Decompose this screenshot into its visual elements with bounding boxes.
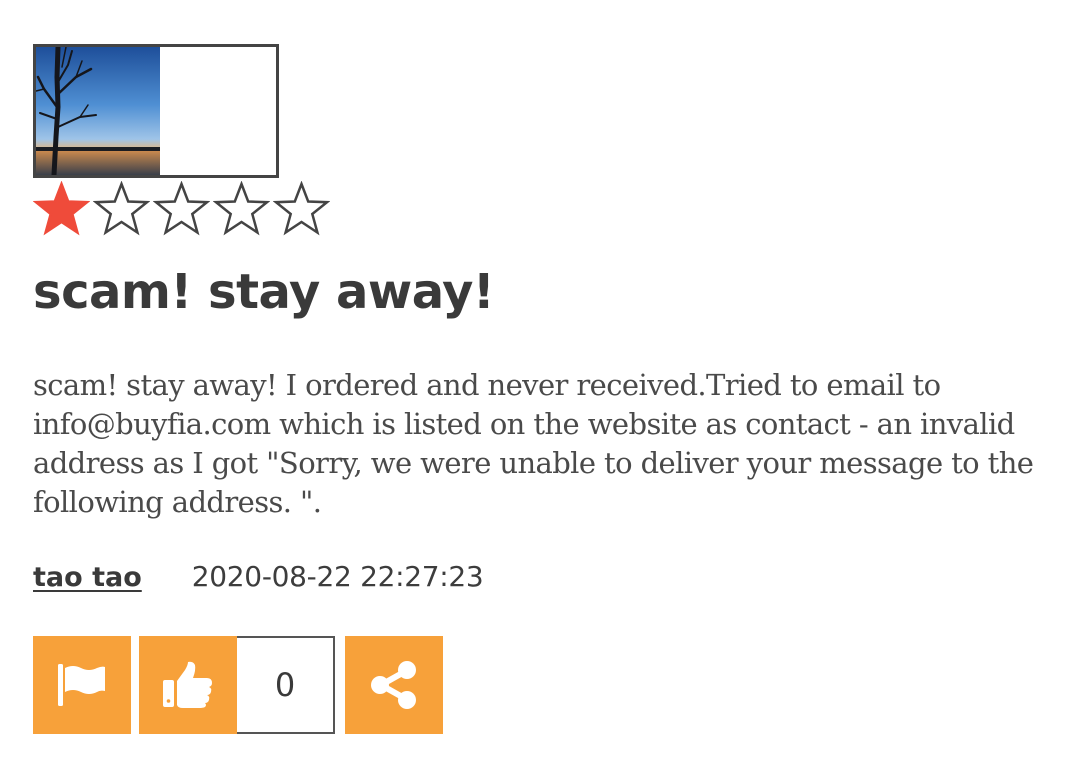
- review-body: scam! stay away! I ordered and never rec…: [33, 368, 1034, 519]
- star-filled-icon: [33, 181, 90, 236]
- flag-icon: [58, 664, 105, 706]
- star-empty-icon: [213, 181, 270, 236]
- review-title: scam! stay away!: [33, 264, 495, 320]
- star-empty-icon: [273, 181, 330, 236]
- review-date: 2020-08-22 22:27:23: [191, 560, 484, 593]
- share-button[interactable]: [345, 636, 443, 734]
- review-meta: tao tao 2020-08-22 22:27:23: [33, 560, 484, 593]
- review-actions: 0: [33, 636, 443, 734]
- author-link[interactable]: tao tao: [33, 562, 142, 593]
- review-photo-thumbnail[interactable]: [33, 44, 279, 178]
- like-count: 0: [237, 636, 335, 734]
- landscape-photo: [36, 47, 276, 175]
- star-rating: [33, 181, 330, 238]
- like-button[interactable]: [139, 636, 237, 734]
- share-icon: [371, 661, 416, 709]
- thumbs-up-icon: [163, 661, 212, 708]
- flag-button[interactable]: [33, 636, 131, 734]
- star-empty-icon: [93, 181, 150, 236]
- star-empty-icon: [153, 181, 210, 236]
- review-card: [33, 44, 1063, 178]
